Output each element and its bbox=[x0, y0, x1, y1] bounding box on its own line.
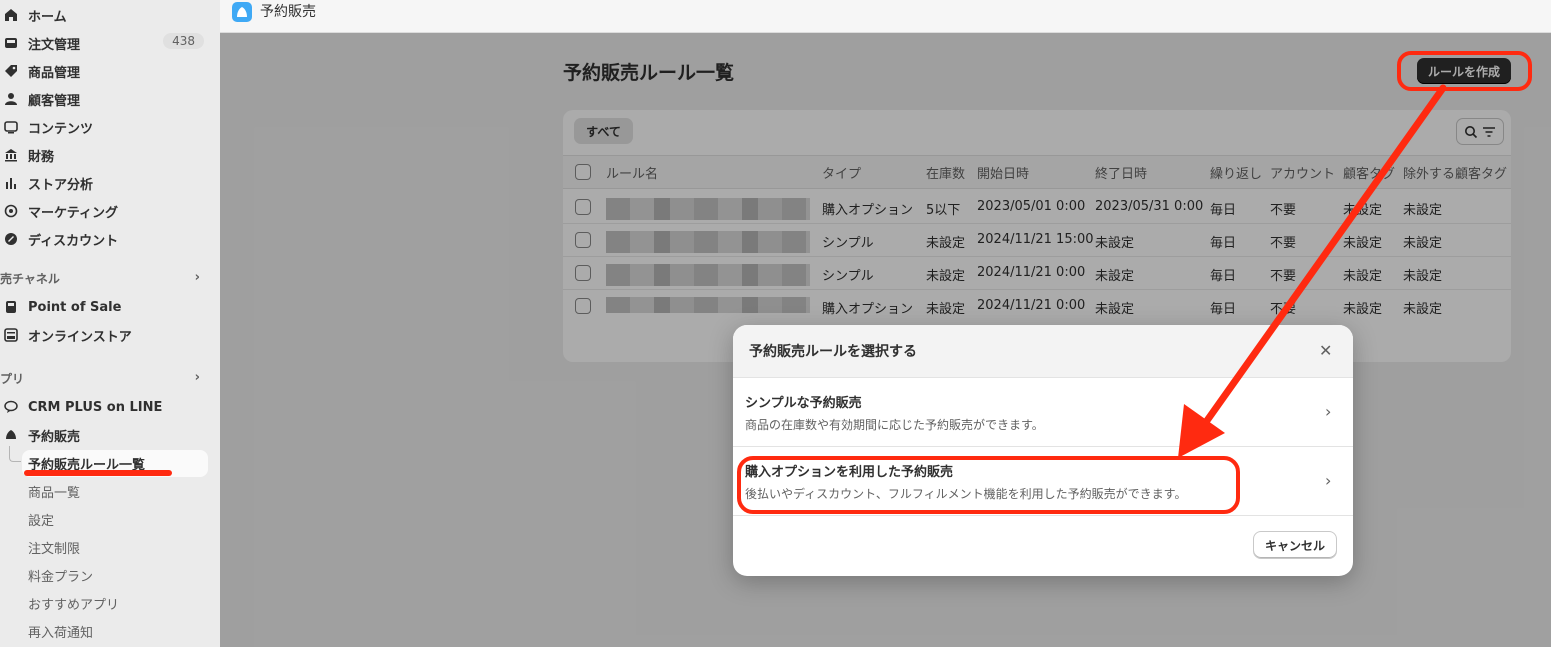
sidebar-subitem-settings[interactable]: 設定 bbox=[28, 508, 54, 530]
sidebar-item-preorder[interactable]: 予約販売 bbox=[0, 423, 210, 447]
sidebar-item-label: 予約販売 bbox=[28, 429, 81, 445]
sidebar-item-customers[interactable]: 顧客管理 bbox=[0, 87, 210, 111]
chat-bubble-icon bbox=[4, 400, 18, 414]
sidebar-item-content[interactable]: コンテンツ bbox=[0, 115, 210, 139]
bar-chart-icon bbox=[4, 176, 18, 190]
section-label: プリ bbox=[0, 371, 25, 386]
apps-heading[interactable]: プリ › bbox=[0, 367, 210, 389]
sidebar-item-label: 商品管理 bbox=[28, 65, 81, 81]
modal-header: 予約販売ルールを選択する ✕ bbox=[733, 325, 1353, 378]
discount-icon bbox=[4, 232, 18, 246]
chevron-right-icon: › bbox=[1325, 402, 1332, 421]
tag-icon bbox=[4, 64, 18, 78]
sidebar-item-discounts[interactable]: ディスカウント bbox=[0, 227, 210, 251]
app-bar: 予約販売 bbox=[220, 0, 1551, 33]
option-simple-preorder[interactable]: シンプルな予約販売 商品の在庫数や有効期間に応じた予約販売ができます。 › bbox=[733, 378, 1353, 447]
sidebar-subitem-restock[interactable]: 再入荷通知 bbox=[28, 620, 93, 642]
sidebar-item-label: ホーム bbox=[28, 9, 67, 25]
annotation-box-create bbox=[1397, 51, 1532, 91]
sidebar-item-crm-plus[interactable]: CRM PLUS on LINE bbox=[0, 395, 210, 419]
sidebar-item-label: ストア分析 bbox=[28, 177, 94, 193]
inbox-icon bbox=[4, 36, 18, 50]
sidebar-item-label: 注文管理 bbox=[28, 37, 81, 53]
option-description: 商品の在庫数や有効期間に応じた予約販売ができます。 bbox=[745, 418, 1044, 432]
sidebar-item-online-store[interactable]: オンラインストア bbox=[0, 323, 210, 347]
chevron-right-icon: › bbox=[194, 370, 200, 385]
sidebar-item-label: ディスカウント bbox=[28, 233, 119, 249]
pos-icon bbox=[4, 300, 18, 314]
order-count-badge: 438 bbox=[163, 33, 204, 49]
chevron-right-icon: › bbox=[1325, 471, 1332, 490]
sidebar-item-label: Point of Sale bbox=[28, 299, 122, 315]
sidebar-item-finance[interactable]: 財務 bbox=[0, 143, 210, 167]
sidebar-item-pos[interactable]: Point of Sale bbox=[0, 295, 210, 319]
sidebar-item-label: 財務 bbox=[28, 149, 55, 165]
sidebar-item-label: 顧客管理 bbox=[28, 93, 81, 109]
section-label: 売チャネル bbox=[0, 271, 60, 286]
sidebar-item-orders[interactable]: 注文管理 438 bbox=[0, 31, 210, 55]
sidebar: ホーム 注文管理 438 商品管理 顧客管理 コンテンツ 財務 ストア分析 マー… bbox=[0, 0, 220, 647]
sidebar-subitem-products-list[interactable]: 商品一覧 bbox=[28, 480, 80, 502]
app-logo-icon bbox=[4, 428, 18, 442]
content-icon bbox=[4, 120, 18, 134]
sidebar-subitem-order-limits[interactable]: 注文制限 bbox=[28, 536, 80, 558]
sidebar-subitem-recommended-apps[interactable]: おすすめアプリ bbox=[28, 592, 119, 614]
bank-icon bbox=[4, 148, 18, 162]
sidebar-item-analytics[interactable]: ストア分析 bbox=[0, 171, 210, 195]
close-icon[interactable]: ✕ bbox=[1319, 341, 1332, 360]
sidebar-item-label: オンラインストア bbox=[28, 329, 132, 345]
sidebar-item-label: CRM PLUS on LINE bbox=[28, 399, 163, 415]
option-title: シンプルな予約販売 bbox=[745, 396, 862, 411]
target-icon bbox=[4, 204, 18, 218]
sidebar-item-label: マーケティング bbox=[28, 205, 118, 221]
tree-connector bbox=[9, 446, 21, 462]
cancel-button[interactable]: キャンセル bbox=[1253, 531, 1337, 559]
app-logo-icon bbox=[232, 2, 252, 22]
store-icon bbox=[4, 328, 18, 342]
sidebar-item-marketing[interactable]: マーケティング bbox=[0, 199, 210, 223]
person-icon bbox=[4, 92, 18, 106]
app-title: 予約販売 bbox=[260, 4, 316, 20]
sales-channels-heading[interactable]: 売チャネル › bbox=[0, 267, 210, 289]
sidebar-item-products[interactable]: 商品管理 bbox=[0, 59, 210, 83]
home-icon bbox=[4, 8, 18, 22]
select-rule-modal: 予約販売ルールを選択する ✕ シンプルな予約販売 商品の在庫数や有効期間に応じた… bbox=[733, 325, 1353, 576]
chevron-right-icon: › bbox=[194, 270, 200, 285]
annotation-box-option bbox=[737, 456, 1240, 514]
annotation-underline bbox=[24, 470, 172, 476]
sidebar-subitem-pricing[interactable]: 料金プラン bbox=[28, 564, 93, 586]
modal-title: 予約販売ルールを選択する bbox=[749, 344, 917, 360]
sidebar-item-label: コンテンツ bbox=[28, 121, 94, 137]
sidebar-item-home[interactable]: ホーム bbox=[0, 3, 210, 27]
